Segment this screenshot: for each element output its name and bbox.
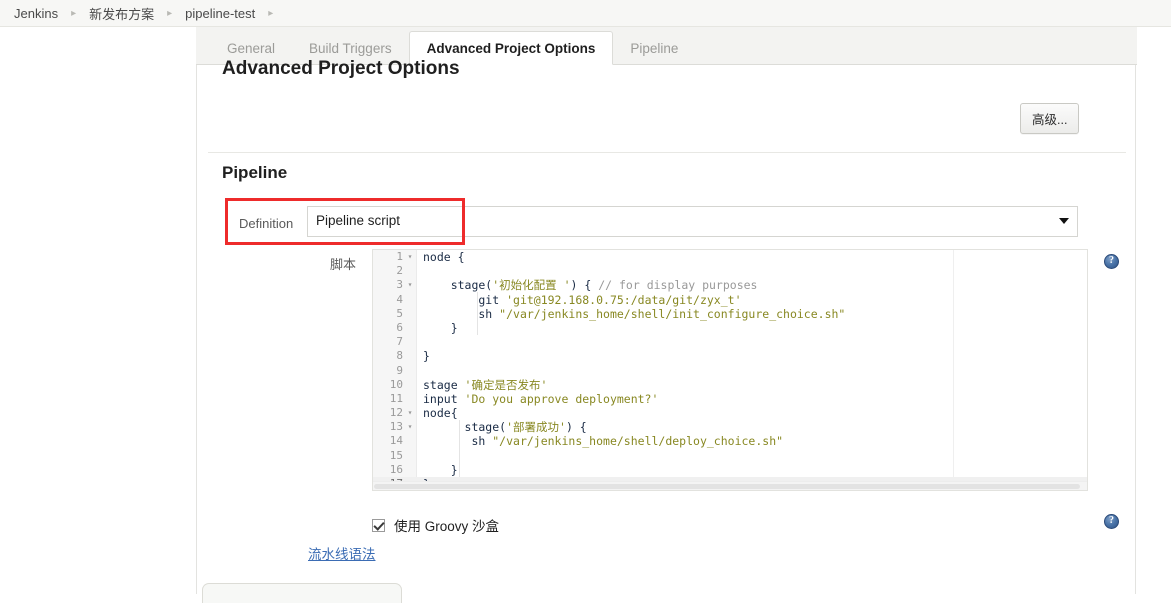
editor-line-text: stage('部署成功') {: [423, 420, 587, 435]
editor-code-area[interactable]: 1 ▾ node {2 3 ▾ stage('初始化配置 ') { // for dis…: [373, 250, 1087, 490]
editor-line[interactable]: 9: [373, 364, 1087, 378]
help-icon[interactable]: [1104, 514, 1119, 529]
groovy-sandbox-row: 使用 Groovy 沙盒: [372, 515, 499, 535]
editor-line-number: 5: [396, 306, 403, 320]
editor-line[interactable]: 12 ▾ node{: [373, 406, 1087, 420]
editor-line-number: 11: [389, 391, 403, 405]
editor-line-text: sh "/var/jenkins_home/shell/deploy_choic…: [423, 434, 784, 449]
definition-select-value: Pipeline script: [316, 213, 401, 228]
code-fold-arrow-icon[interactable]: ▾: [406, 406, 414, 420]
definition-select[interactable]: Pipeline script: [307, 206, 1078, 237]
breadcrumb-item-folder[interactable]: 新发布方案: [89, 4, 154, 23]
editor-line-text: stage '确定是否发布': [423, 377, 548, 392]
editor-line[interactable]: 8}: [373, 349, 1087, 363]
groovy-sandbox-checkbox[interactable]: [372, 518, 385, 532]
editor-line-number: 7: [396, 335, 403, 349]
breadcrumb-separator-icon: ▸: [167, 7, 173, 19]
editor-line-number: 1: [396, 250, 403, 263]
editor-line-text: sh "/var/jenkins_home/shell/init_configu…: [423, 306, 846, 321]
code-fold-arrow-icon[interactable]: ▾: [406, 278, 414, 292]
tab-pipeline[interactable]: Pipeline: [613, 33, 695, 64]
editor-line[interactable]: 1 ▾ node {: [373, 250, 1087, 264]
editor-line-text: node{: [423, 406, 458, 421]
editor-line[interactable]: 6 }: [373, 321, 1087, 335]
editor-line[interactable]: 10 stage '确定是否发布': [373, 378, 1087, 392]
chevron-down-icon: [1059, 218, 1069, 224]
help-icon[interactable]: [1104, 254, 1119, 269]
editor-line-text: }: [423, 349, 430, 364]
editor-line-text: }: [423, 462, 458, 477]
editor-line-number: 12: [389, 406, 403, 420]
editor-line[interactable]: 15: [373, 449, 1087, 463]
editor-line[interactable]: 3 ▾ stage('初始化配置 ') { // for display purp…: [373, 278, 1087, 292]
pipeline-syntax-link[interactable]: 流水线语法: [308, 543, 376, 563]
editor-line[interactable]: 4 git 'git@192.168.0.75:/data/git/zyx_t': [373, 293, 1087, 307]
page-left-gutter: [0, 27, 196, 594]
editor-line[interactable]: 16 }: [373, 463, 1087, 477]
page-right-gutter: [1137, 27, 1171, 594]
breadcrumb-item-jenkins[interactable]: Jenkins: [14, 6, 58, 21]
advanced-project-options-heading: Advanced Project Options: [222, 58, 460, 79]
editor-line-number: 9: [396, 363, 403, 377]
editor-line[interactable]: 7: [373, 335, 1087, 349]
editor-line-number: 4: [396, 292, 403, 306]
editor-line-number: 6: [396, 320, 403, 334]
editor-line[interactable]: 13 ▾ stage('部署成功') {: [373, 420, 1087, 434]
groovy-sandbox-label: 使用 Groovy 沙盒: [394, 519, 500, 534]
editor-line-number: 13: [389, 420, 403, 434]
form-action-bar: [202, 583, 402, 603]
editor-scrollbar-thumb[interactable]: [374, 484, 1080, 489]
breadcrumb-separator-icon: ▸: [268, 7, 274, 19]
editor-line-text: git 'git@192.168.0.75:/data/git/zyx_t': [423, 292, 742, 307]
editor-line-text: node {: [423, 250, 465, 264]
editor-line[interactable]: 11 input 'Do you approve deployment?': [373, 392, 1087, 406]
advanced-button[interactable]: 高级...: [1020, 103, 1080, 134]
editor-line-number: 16: [389, 462, 403, 476]
editor-line[interactable]: 5 sh "/var/jenkins_home/shell/init_confi…: [373, 307, 1087, 321]
definition-label: Definition: [239, 216, 294, 231]
editor-line-number: 10: [389, 377, 403, 391]
code-fold-arrow-icon[interactable]: ▾: [406, 420, 414, 434]
breadcrumb-item-job[interactable]: pipeline-test: [185, 6, 255, 21]
editor-line-text: input 'Do you approve deployment?': [423, 391, 659, 406]
jenkins-configure-page: Jenkins ▸ 新发布方案 ▸ pipeline-test ▸ Genera…: [0, 0, 1171, 603]
editor-line-number: 8: [396, 349, 403, 363]
editor-line-number: 3: [396, 278, 403, 292]
editor-line-text: }: [423, 320, 458, 335]
editor-line-number: 2: [396, 264, 403, 278]
editor-line-number: 14: [389, 434, 403, 448]
breadcrumb: Jenkins ▸ 新发布方案 ▸ pipeline-test ▸: [0, 0, 1171, 27]
script-label: 脚本: [330, 257, 357, 272]
pipeline-heading: Pipeline: [222, 163, 288, 182]
editor-line-number: 15: [389, 448, 403, 462]
breadcrumb-separator-icon: ▸: [71, 7, 77, 19]
editor-horizontal-scrollbar[interactable]: [373, 481, 1087, 490]
groovy-script-editor[interactable]: 1 ▾ node {2 3 ▾ stage('初始化配置 ') { // for dis…: [372, 249, 1088, 491]
editor-line-text: stage('初始化配置 ') { // for display purpose…: [423, 278, 758, 293]
code-fold-arrow-icon[interactable]: ▾: [406, 250, 414, 264]
editor-line[interactable]: 14 sh "/var/jenkins_home/shell/deploy_ch…: [373, 434, 1087, 448]
editor-line[interactable]: 2: [373, 264, 1087, 278]
section-divider: [208, 152, 1126, 153]
